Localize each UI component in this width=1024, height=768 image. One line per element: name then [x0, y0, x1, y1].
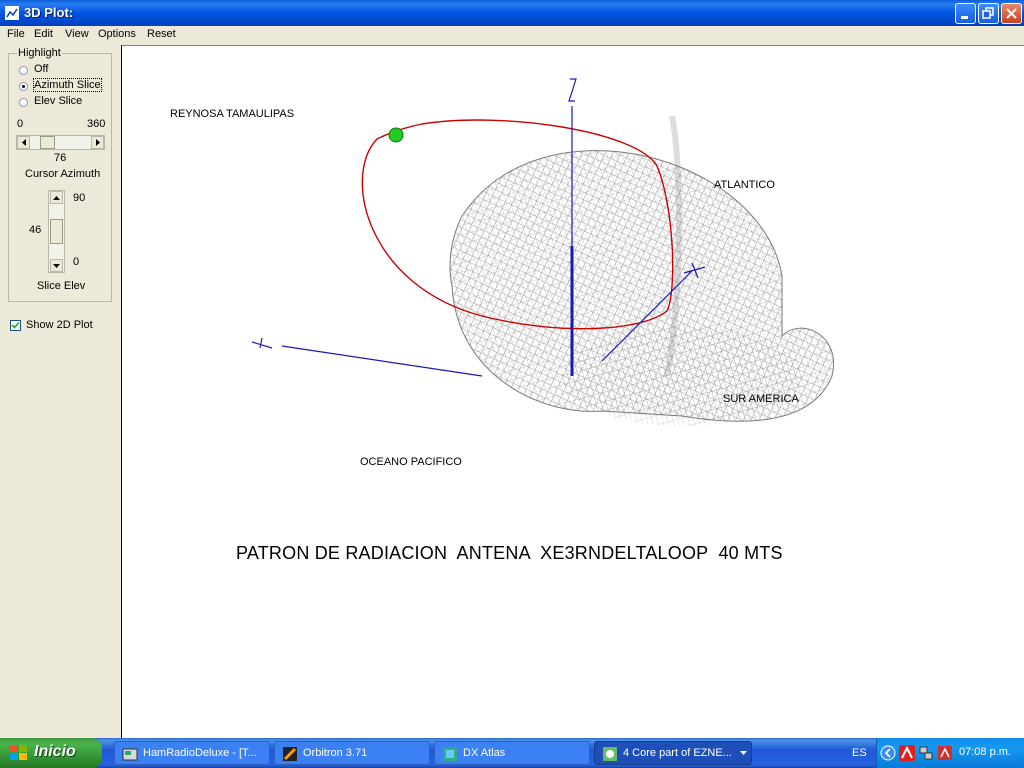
- task-label: 4 Core part of EZNE...: [623, 747, 732, 759]
- azimuth-slider-thumb[interactable]: [39, 136, 55, 149]
- plot-canvas[interactable]: REYNOSA TAMAULIPAS ATLANTICO SUR AMERICA…: [121, 45, 1024, 738]
- plot-app-icon: [5, 6, 19, 20]
- radio-off[interactable]: [19, 66, 28, 75]
- cursor-marker[interactable]: [388, 127, 404, 143]
- label-atlantico: ATLANTICO: [714, 179, 775, 191]
- language-indicator[interactable]: ES: [852, 747, 867, 759]
- radio-elev-slice[interactable]: [19, 98, 28, 107]
- menu-bar: File Edit View Options Reset: [0, 26, 1024, 45]
- menu-options[interactable]: Options: [97, 28, 137, 40]
- dropdown-arrow-icon: [740, 751, 747, 755]
- app-window: 3D Plot: File Edit View Options Reset Hi…: [0, 0, 1024, 738]
- task-eznec[interactable]: 4 Core part of EZNE...: [594, 741, 752, 765]
- task-label: HamRadioDeluxe - [T...: [143, 747, 257, 759]
- radiation-lobe: [449, 115, 835, 426]
- title-bar[interactable]: 3D Plot:: [0, 0, 1024, 26]
- clock[interactable]: 07:08 p.m.: [959, 746, 1011, 758]
- windows-logo-icon: [10, 745, 27, 760]
- menu-file[interactable]: File: [6, 28, 26, 40]
- radio-azimuth-slice[interactable]: [19, 82, 28, 91]
- azimuth-min-label: 0: [17, 118, 24, 130]
- tray-expand-icon[interactable]: [880, 745, 896, 761]
- arrow-left-icon: [21, 139, 26, 146]
- elev-slider-thumb[interactable]: [50, 218, 63, 244]
- label-reynosa: REYNOSA TAMAULIPAS: [170, 108, 295, 120]
- task-orbitron[interactable]: Orbitron 3.71: [274, 741, 430, 765]
- menu-reset[interactable]: Reset: [146, 28, 177, 40]
- checkmark-icon: [11, 321, 20, 329]
- antivirus-icon[interactable]: [899, 745, 915, 761]
- start-label: Inicio: [34, 743, 76, 760]
- radio-azimuth-slice-label[interactable]: Azimuth Slice: [33, 78, 102, 92]
- radio-elev-slice-label[interactable]: Elev Slice: [34, 95, 82, 107]
- y-axis: [281, 345, 483, 377]
- orbitron-icon: [283, 747, 297, 761]
- ham-radio-icon: [122, 748, 138, 761]
- arrow-up-icon: [53, 195, 60, 200]
- azimuth-right-button[interactable]: [91, 136, 104, 149]
- minimize-button[interactable]: [955, 3, 976, 24]
- y-axis-label: [251, 337, 273, 349]
- arrow-down-icon: [53, 263, 60, 268]
- eznec-icon: [603, 747, 617, 761]
- plot-title: PATRON DE RADIACION ANTENA XE3RNDELTALOO…: [236, 543, 783, 563]
- control-panel: Highlight Off Azimuth Slice Elev Slice 0…: [0, 45, 121, 738]
- menu-edit[interactable]: Edit: [33, 28, 54, 40]
- close-button[interactable]: [1001, 3, 1022, 24]
- elev-caption: Slice Elev: [37, 280, 86, 292]
- network-icon[interactable]: [918, 745, 934, 761]
- show-2d-plot-label[interactable]: Show 2D Plot: [26, 319, 93, 331]
- security-center-icon[interactable]: [937, 745, 953, 761]
- azimuth-max-label: 360: [87, 118, 106, 130]
- azimuth-caption: Cursor Azimuth: [25, 168, 101, 180]
- system-tray: 07:08 p.m.: [876, 738, 1024, 768]
- elev-up-button[interactable]: [50, 191, 63, 204]
- azimuth-left-button[interactable]: [17, 136, 30, 149]
- task-hamradiodeluxe[interactable]: HamRadioDeluxe - [T...: [114, 741, 270, 765]
- task-dx-atlas[interactable]: DX Atlas: [434, 741, 590, 765]
- close-icon: [1006, 8, 1017, 19]
- minimize-icon: [961, 16, 968, 19]
- start-button[interactable]: Inicio: [0, 738, 102, 768]
- elev-max-label: 90: [73, 192, 86, 204]
- elev-value: 46: [29, 224, 42, 236]
- radiation-pattern-3d: [251, 78, 835, 426]
- arrow-right-icon: [95, 139, 100, 146]
- restore-button[interactable]: [978, 3, 999, 24]
- restore-icon: [982, 7, 994, 19]
- window-title: 3D Plot:: [24, 5, 74, 20]
- label-sur-america: SUR AMERICA: [723, 393, 799, 405]
- radio-off-label[interactable]: Off: [34, 63, 48, 75]
- z-axis-label: [568, 78, 577, 102]
- task-label: DX Atlas: [463, 747, 506, 759]
- azimuth-slider[interactable]: [16, 135, 105, 150]
- show-2d-plot-checkbox[interactable]: [10, 320, 21, 331]
- elev-slider[interactable]: [48, 190, 65, 273]
- taskbar: Inicio HamRadioDeluxe - [T... Orbitron 3…: [0, 738, 1024, 768]
- highlight-group: Highlight Off Azimuth Slice Elev Slice 0…: [8, 47, 112, 302]
- elev-min-label: 0: [73, 256, 80, 268]
- menu-view[interactable]: View: [64, 28, 90, 40]
- dx-atlas-icon: [443, 747, 457, 761]
- label-oceano-pacifico: OCEANO PACIFICO: [360, 456, 462, 468]
- highlight-legend: Highlight: [17, 47, 62, 59]
- task-label: Orbitron 3.71: [303, 747, 368, 759]
- elev-down-button[interactable]: [50, 259, 63, 272]
- azimuth-value: 76: [54, 152, 67, 164]
